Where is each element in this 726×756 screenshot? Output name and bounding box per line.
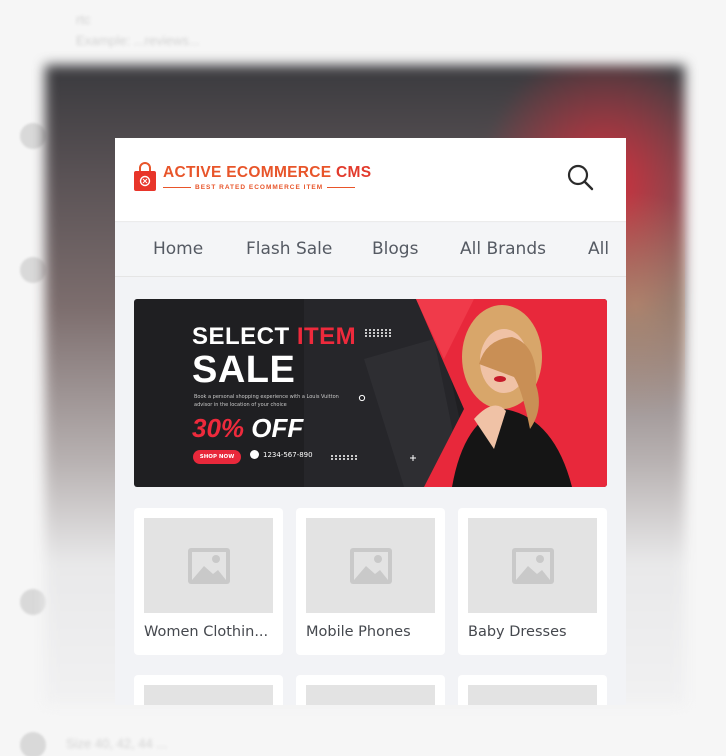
phone-icon [250,450,259,459]
decorative-plus-icon [410,455,416,461]
nav-item-all[interactable]: All [588,239,609,259]
logo-title-cms: CMS [336,163,372,181]
banner-sale-heading: SALE [192,349,296,391]
nav-item-all-brands[interactable]: All Brands [460,239,546,259]
banner-phone-number: 1234-567-890 [263,450,313,459]
nav-item-home[interactable]: Home [153,239,203,259]
category-image [468,685,597,705]
background-avatar [20,257,46,283]
background-text: Example: ...reviews... [76,33,200,48]
category-card[interactable] [134,675,283,705]
background-avatar [20,732,46,756]
category-image [144,685,273,705]
banner-heading-red: ITEM [296,323,357,350]
background-text: rtc [76,12,91,27]
app-preview: ACTIVE ECOMMERCE CMS BEST RATED ECOMMERC… [115,138,626,705]
nav-item-flash-sale[interactable]: Flash Sale [246,239,332,259]
banner-description: Book a personal shopping experience with… [194,394,339,408]
image-placeholder-icon [187,547,230,584]
category-card[interactable]: Mobile Phones [296,508,445,655]
category-image [144,518,273,613]
logo-subtitle: BEST RATED ECOMMERCE ITEM [195,183,324,191]
category-nav: Home Flash Sale Blogs All Brands All [115,223,626,277]
category-card[interactable] [458,675,607,705]
promo-banner[interactable]: SELECT ITEM SALE Book a personal shoppin… [134,299,607,487]
logo[interactable]: ACTIVE ECOMMERCE CMS BEST RATED ECOMMERC… [133,162,371,192]
category-card[interactable] [296,675,445,705]
image-placeholder-icon [511,547,554,584]
category-image [306,518,435,613]
shop-now-button[interactable]: SHOP NOW [193,450,241,464]
category-card[interactable]: Baby Dresses [458,508,607,655]
category-label: Women Clothin... [144,624,269,640]
category-image [306,685,435,705]
decorative-dots [365,329,393,337]
background-avatar [20,589,46,615]
category-label: Baby Dresses [468,624,567,640]
shopping-bag-icon [133,162,157,192]
category-image [468,518,597,613]
logo-title: ACTIVE ECOMMERCE [163,163,332,181]
decorative-circle-icon [358,394,366,402]
nav-item-blogs[interactable]: Blogs [372,239,418,259]
search-icon [567,164,594,191]
decorative-dots [331,455,359,460]
banner-phone: 1234-567-890 [250,450,313,459]
search-button[interactable] [563,160,599,196]
logo-divider [327,186,356,188]
image-placeholder-icon [349,547,392,584]
category-label: Mobile Phones [306,624,411,640]
header: ACTIVE ECOMMERCE CMS BEST RATED ECOMMERC… [115,138,626,222]
logo-divider [163,186,191,188]
banner-discount-text: OFF [244,413,304,443]
banner-discount-value: 30% [192,413,245,443]
banner-heading-white: SELECT [192,323,297,350]
background-avatar [20,123,46,149]
category-card[interactable]: Women Clothin... [134,508,283,655]
background-text: Size 40, 42, 44 ... [66,736,168,751]
